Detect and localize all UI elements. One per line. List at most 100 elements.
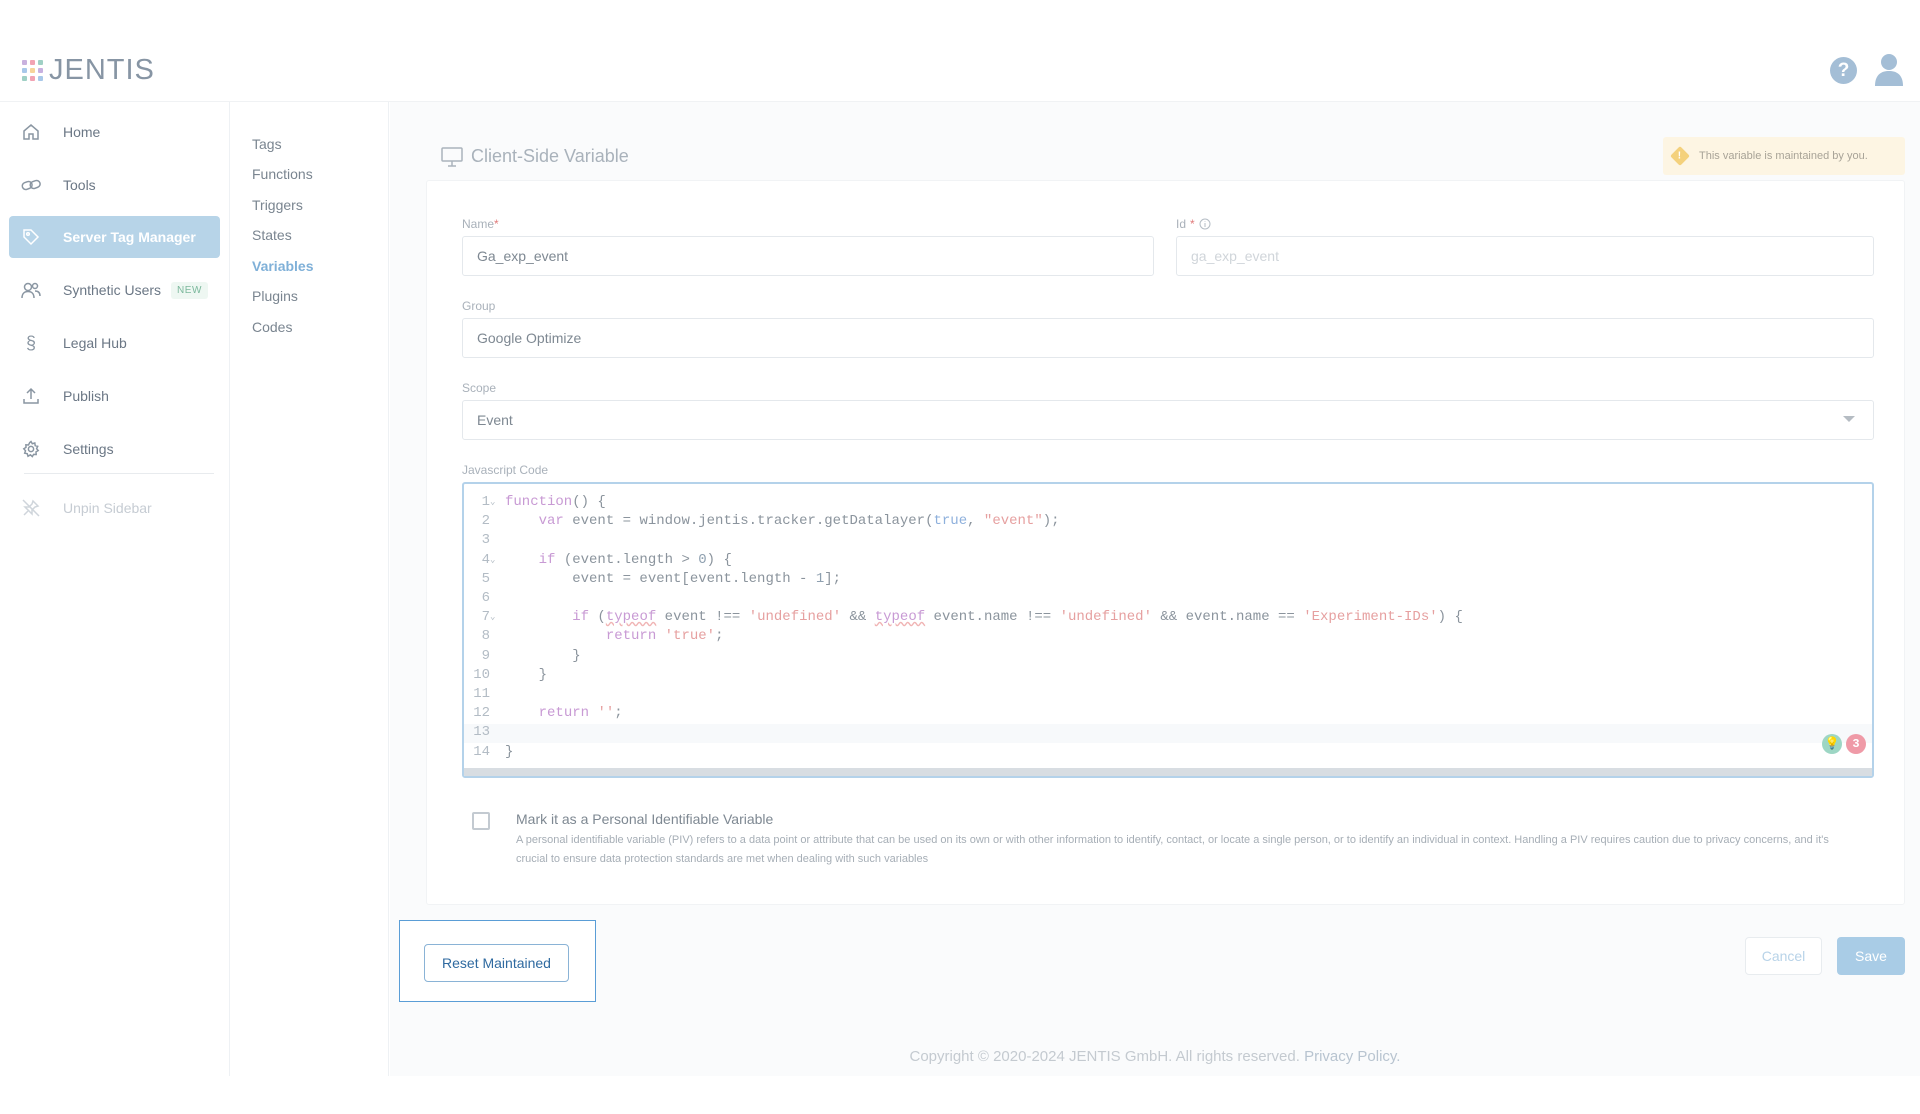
logo-dot [22,60,27,65]
subnav-item-triggers[interactable]: Triggers [252,197,303,213]
subnav-item-plugins[interactable]: Plugins [252,288,298,304]
line-number: 3 [481,532,490,549]
name-field[interactable]: Ga_exp_event [462,236,1154,276]
app-header: JENTIS ? [0,0,1920,102]
link-icon [21,175,41,195]
line-number: 2 [481,513,490,530]
line-number: 10 [473,666,490,683]
fold-chevron-icon[interactable] [490,686,499,705]
id-field[interactable]: ga_exp_event [1176,236,1874,276]
code-line[interactable]: 5 event = event[event.length - 1]; [464,571,1872,590]
line-number: 13 [473,724,490,741]
gear-icon [21,439,41,459]
code-line[interactable]: 1 ⌄ function() { [464,494,1872,513]
group-field-value: Google Optimize [477,330,582,346]
sidebar-item-tools[interactable]: Tools [9,164,220,206]
sidebar-item-label: Publish [63,388,109,404]
sidebar-item-synthetic-users[interactable]: Synthetic Users NEW [9,269,220,311]
code-line[interactable]: 2 var event = window.jentis.tracker.getD… [464,513,1872,532]
line-number: 12 [473,705,490,722]
sidebar-item-label: Synthetic Users [63,282,162,298]
logo-text: JENTIS [49,54,155,86]
code-line[interactable]: 13 [464,724,1872,744]
fold-chevron-icon[interactable] [490,667,499,686]
logo-dot [30,76,35,81]
subnav-item-variables[interactable]: Variables [252,258,314,274]
logo-dot [22,76,27,81]
fold-chevron-icon[interactable] [490,513,499,532]
fold-chevron-icon[interactable] [490,648,499,667]
logo-dot [38,68,43,73]
logo-dot [38,60,43,65]
maintained-notice-text: This variable is maintained by you. [1699,150,1868,162]
section-icon: § [25,332,36,353]
code-line[interactable]: 9 } [464,648,1872,667]
id-label: Id * [1176,217,1211,231]
user-icon[interactable] [1874,52,1904,86]
privacy-policy-link[interactable]: Privacy Policy. [1304,1048,1400,1065]
piv-checkbox-label[interactable]: Mark it as a Personal Identifiable Varia… [516,811,773,827]
fold-chevron-icon[interactable] [490,705,499,724]
fold-chevron-icon[interactable]: ⌄ [490,552,499,571]
error-count-badge[interactable]: 3 [1846,734,1866,754]
sidebar-item-home[interactable]: Home [9,111,220,153]
code-line[interactable]: 14} [464,744,1872,763]
upload-icon [21,386,41,406]
sidebar-item-label: Tools [63,177,96,193]
code-line[interactable]: 4 ⌄ if (event.length > 0) { [464,552,1872,571]
new-badge: NEW [171,281,208,299]
name-label: Name* [462,217,499,231]
reset-maintained-button[interactable]: Reset Maintained [424,944,569,982]
line-number: 4 [481,551,490,568]
required-mark: * [1190,217,1195,231]
fold-chevron-icon[interactable]: ⌄ [490,494,499,513]
variable-form-card: Name* Ga_exp_event Id * ga_exp_event Grou… [426,180,1905,905]
scope-select[interactable]: Event [462,400,1874,440]
sidebar-item-legal-hub[interactable]: § Legal Hub [9,322,220,364]
help-icon[interactable]: ? [1830,57,1857,84]
code-text: return 'true'; [605,628,724,645]
logo-dot [30,68,35,73]
sidebar-item-server-tag-manager[interactable]: Server Tag Manager [9,216,220,258]
code-text: } [505,647,581,664]
code-line[interactable]: 11 [464,686,1872,705]
logo-dot [30,60,35,65]
code-line[interactable]: 12 return ''; [464,705,1872,724]
code-text: if (typeof event !== 'undefined' && type… [572,609,1463,626]
sidebar-item-label: Server Tag Manager [63,229,196,245]
code-text: event = event[event.length - 1]; [505,570,842,587]
subnav-item-codes[interactable]: Codes [252,319,292,335]
group-field[interactable]: Google Optimize [462,318,1874,358]
info-icon[interactable] [1199,218,1211,230]
fold-chevron-icon[interactable] [490,590,499,609]
piv-checkbox[interactable] [472,812,490,830]
code-line[interactable]: 3 [464,532,1872,551]
code-line[interactable]: 6 [464,590,1872,609]
sidebar-item-publish[interactable]: Publish [9,375,220,417]
subnav-item-states[interactable]: States [252,227,292,243]
jentis-logo[interactable]: JENTIS [22,54,155,87]
code-line[interactable]: 8 return 'true'; [464,628,1872,647]
horizontal-scrollbar[interactable] [464,768,1872,776]
sidebar-item-settings[interactable]: Settings [9,428,220,470]
lightbulb-icon[interactable]: 💡 [1822,734,1842,754]
fold-chevron-icon[interactable] [490,724,499,743]
fold-chevron-icon[interactable] [490,532,499,551]
unpin-sidebar-button[interactable]: Unpin Sidebar [9,487,220,529]
scope-label: Scope [462,381,497,395]
save-button[interactable]: Save [1837,937,1905,975]
fold-chevron-icon[interactable]: ⌄ [490,609,499,628]
editor-status-icons: 💡 3 [1822,734,1866,754]
fold-chevron-icon[interactable] [490,628,499,647]
code-line[interactable]: 10 } [464,667,1872,686]
fold-chevron-icon[interactable] [490,571,499,590]
javascript-code-editor[interactable]: 1 ⌄ function() {2 var event = window.jenti… [462,482,1874,778]
fold-chevron-icon[interactable] [490,744,499,763]
subnav-item-functions[interactable]: Functions [252,166,313,182]
code-line[interactable]: 7 ⌄ if (typeof event !== 'undefined' && t… [464,609,1872,628]
subnav-item-tags[interactable]: Tags [252,136,282,152]
cancel-button[interactable]: Cancel [1745,937,1822,975]
required-mark: * [494,217,499,231]
